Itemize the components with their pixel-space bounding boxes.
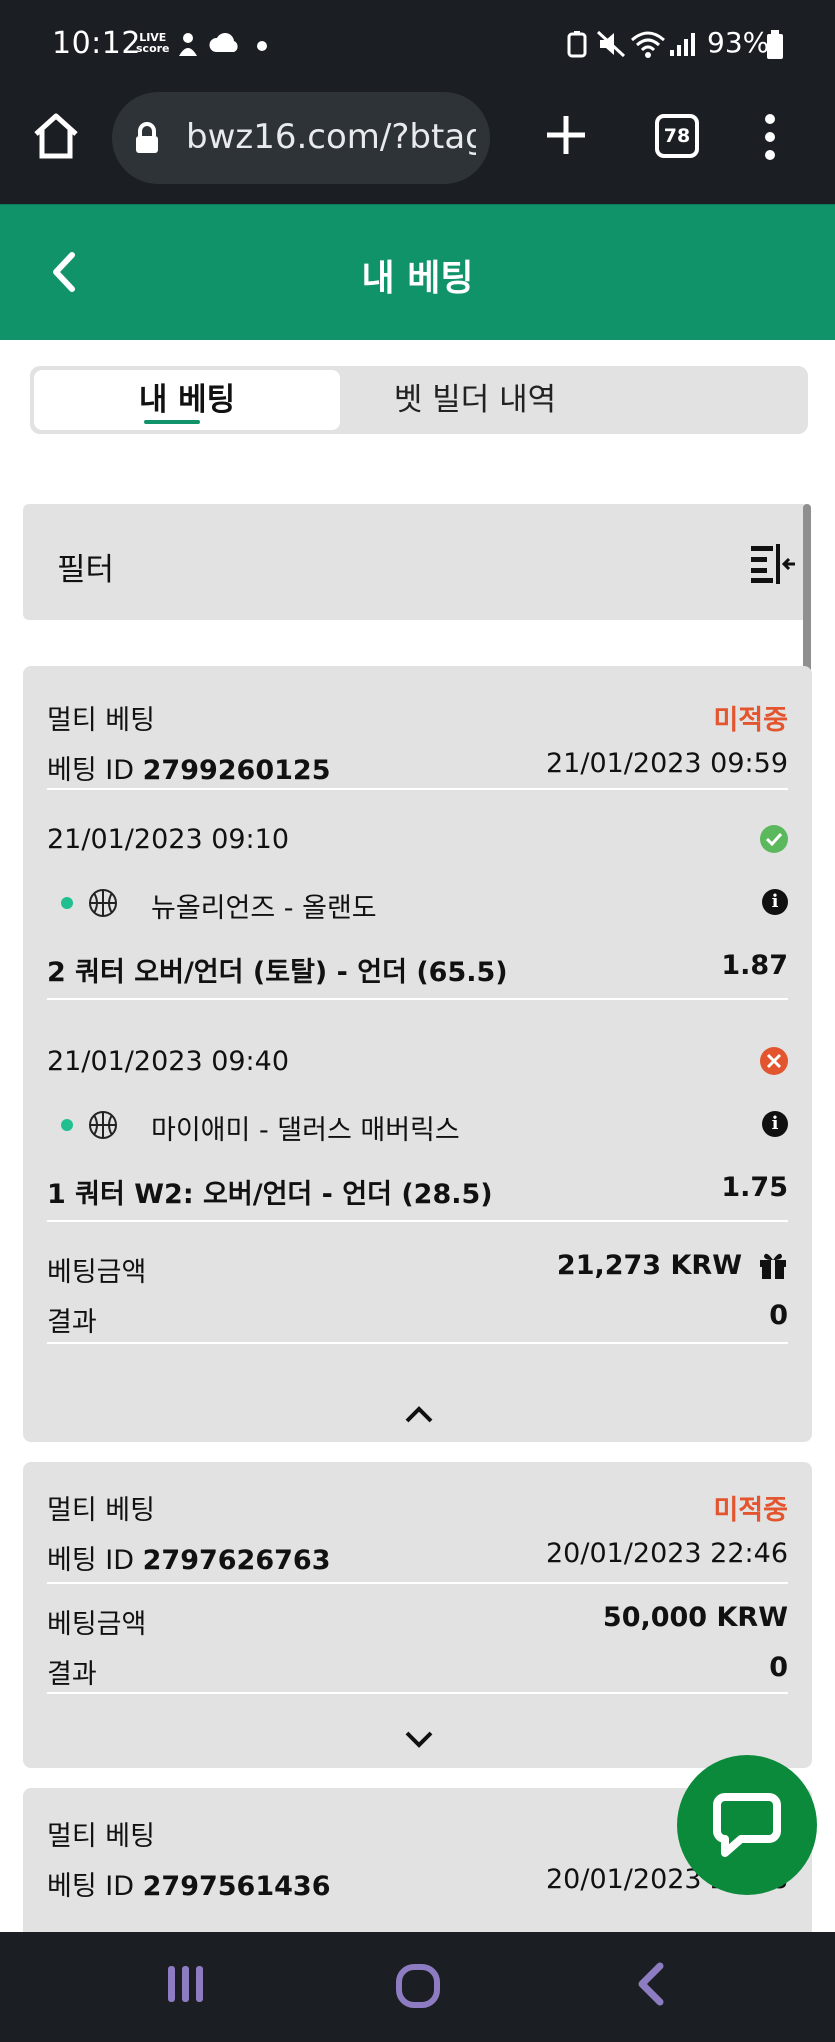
url-text: bwz16.com/?btag bbox=[186, 117, 476, 157]
live-dot bbox=[61, 1119, 73, 1131]
back-nav-icon[interactable] bbox=[632, 1962, 672, 2006]
divider bbox=[47, 1342, 788, 1344]
bet-type: 멀티 베팅 bbox=[47, 1495, 155, 1526]
battery-percent: 93% bbox=[707, 26, 770, 59]
stake-amount: 21,273 KRW bbox=[556, 1250, 742, 1281]
divider bbox=[47, 1582, 788, 1584]
bet-header-row: 멀티 베팅 미적중 bbox=[47, 1488, 788, 1526]
wifi-icon bbox=[631, 31, 665, 58]
page-title: 내 베팅 bbox=[361, 258, 474, 299]
bet-card[interactable]: 멀티 베팅 미적중 베팅 ID 2799260125 21/01/2023 09… bbox=[23, 666, 812, 1442]
notification-icon bbox=[179, 33, 197, 56]
result-row: 결과 0 bbox=[47, 1300, 788, 1338]
bet-type: 멀티 베팅 bbox=[47, 705, 155, 736]
tab-my-bets[interactable]: 내 베팅 bbox=[34, 370, 340, 430]
bet-datetime: 21/01/2023 09:59 bbox=[545, 748, 788, 779]
divider bbox=[47, 1692, 788, 1694]
bet-id: 2799260125 bbox=[142, 755, 331, 786]
result-value: 0 bbox=[769, 1300, 788, 1331]
odds: 1.87 bbox=[721, 950, 788, 981]
bet-tabs: 내 베팅 벳 빌더 내역 bbox=[30, 366, 808, 434]
won-check-icon bbox=[760, 825, 788, 853]
status-time: 10:12 bbox=[52, 26, 141, 61]
status-bar: 10:12 LIVE score 93% bbox=[0, 0, 835, 88]
status-badge: 미적중 bbox=[713, 1495, 788, 1526]
address-bar[interactable]: bwz16.com/?btag bbox=[112, 92, 490, 184]
tab-bet-builder-history[interactable]: 벳 빌더 내역 bbox=[350, 370, 600, 430]
stake-amount: 50,000 KRW bbox=[602, 1602, 788, 1633]
selection-match-row: 뉴올리언즈 - 올랜도 i bbox=[47, 886, 788, 924]
stake-label: 베팅금액 bbox=[47, 1257, 147, 1288]
result-label: 결과 bbox=[47, 1307, 97, 1338]
result-row: 결과 0 bbox=[47, 1652, 788, 1690]
bet-id: 2797626763 bbox=[142, 1545, 331, 1576]
browser-toolbar: bwz16.com/?btag 78 bbox=[0, 88, 835, 204]
info-icon[interactable]: i bbox=[762, 1111, 788, 1137]
result-label: 결과 bbox=[47, 1659, 97, 1690]
livescore-icon: LIVE score bbox=[136, 31, 170, 55]
filter-bar[interactable]: 필터 bbox=[23, 504, 809, 620]
basketball-icon bbox=[89, 889, 117, 917]
bet-id-label: 베팅 ID bbox=[47, 755, 135, 786]
selection-market-row: 1 쿼터 W2: 오버/언더 - 언더 (28.5) 1.75 bbox=[47, 1172, 788, 1210]
bet-datetime: 20/01/2023 22:46 bbox=[545, 1538, 788, 1569]
more-menu-icon[interactable] bbox=[758, 110, 782, 162]
lock-icon bbox=[136, 122, 158, 153]
bet-id: 2797561436 bbox=[142, 1871, 331, 1902]
live-dot bbox=[61, 897, 73, 909]
selection-datetime: 21/01/2023 09:10 bbox=[47, 824, 290, 855]
bet-id-row: 베팅 ID 2799260125 21/01/2023 09:59 bbox=[47, 748, 788, 786]
bet-id-row: 베팅 ID 2797626763 20/01/2023 22:46 bbox=[47, 1538, 788, 1576]
bet-id-label: 베팅 ID bbox=[47, 1545, 135, 1576]
selection-date-row: 21/01/2023 09:10 bbox=[47, 824, 788, 858]
cloud-icon bbox=[209, 33, 238, 52]
stake-row: 베팅금액 21,273 KRW bbox=[47, 1250, 788, 1288]
bet-id-row: 베팅 ID 2797561436 20/01/2023 22:18 bbox=[47, 1864, 788, 1902]
mute-icon bbox=[596, 30, 626, 58]
bet-id-label: 베팅 ID bbox=[47, 1871, 135, 1902]
lost-x-icon bbox=[760, 1047, 788, 1075]
bet-header-row: 멀티 베팅 미적중 bbox=[47, 698, 788, 736]
divider bbox=[47, 998, 788, 1000]
dot-icon bbox=[257, 41, 267, 51]
selection-market-row: 2 쿼터 오버/언더 (토탈) - 언더 (65.5) 1.87 bbox=[47, 950, 788, 988]
selection-date-row: 21/01/2023 09:40 bbox=[47, 1046, 788, 1080]
gift-icon[interactable] bbox=[758, 1250, 788, 1280]
signal-icon bbox=[670, 33, 695, 56]
bet-card[interactable]: 멀티 베팅 미적중 베팅 ID 2797626763 20/01/2023 22… bbox=[23, 1462, 812, 1768]
selection-datetime: 21/01/2023 09:40 bbox=[47, 1046, 290, 1077]
active-tab-indicator bbox=[144, 420, 200, 424]
filter-icon[interactable] bbox=[749, 544, 797, 584]
bet-type: 멀티 베팅 bbox=[47, 1821, 155, 1852]
recent-apps-icon[interactable] bbox=[164, 1962, 208, 2006]
home-nav-icon[interactable] bbox=[394, 1962, 442, 2010]
stake-row: 베팅금액 50,000 KRW bbox=[47, 1602, 788, 1640]
filter-label: 필터 bbox=[57, 552, 115, 588]
battery-icon bbox=[767, 30, 783, 59]
new-tab-icon[interactable] bbox=[544, 110, 588, 160]
result-value: 0 bbox=[769, 1652, 788, 1683]
divider bbox=[47, 1220, 788, 1222]
stake-label: 베팅금액 bbox=[47, 1609, 147, 1640]
status-badge: 미적중 bbox=[713, 705, 788, 736]
divider bbox=[47, 788, 788, 790]
chevron-down-icon[interactable] bbox=[403, 1730, 435, 1750]
system-nav-bar bbox=[0, 1932, 835, 2042]
chat-button[interactable] bbox=[677, 1755, 817, 1895]
market-name: 2 쿼터 오버/언더 (토탈) - 언더 (65.5) bbox=[47, 957, 508, 988]
match-name: 뉴올리언즈 - 올랜도 bbox=[151, 893, 377, 924]
home-icon[interactable] bbox=[30, 110, 82, 162]
selection-match-row: 마이애미 - 댈러스 매버릭스 i bbox=[47, 1108, 788, 1146]
basketball-icon bbox=[89, 1111, 117, 1139]
match-name: 마이애미 - 댈러스 매버릭스 bbox=[151, 1115, 460, 1146]
battery-saver-icon bbox=[567, 31, 587, 58]
tab-switcher-button[interactable]: 78 bbox=[655, 114, 699, 158]
chat-bubble-icon bbox=[713, 1793, 781, 1857]
info-icon[interactable]: i bbox=[762, 889, 788, 915]
chevron-up-icon[interactable] bbox=[403, 1404, 435, 1424]
market-name: 1 쿼터 W2: 오버/언더 - 언더 (28.5) bbox=[47, 1179, 493, 1210]
odds: 1.75 bbox=[721, 1172, 788, 1203]
app-header: 내 베팅 bbox=[0, 204, 835, 340]
